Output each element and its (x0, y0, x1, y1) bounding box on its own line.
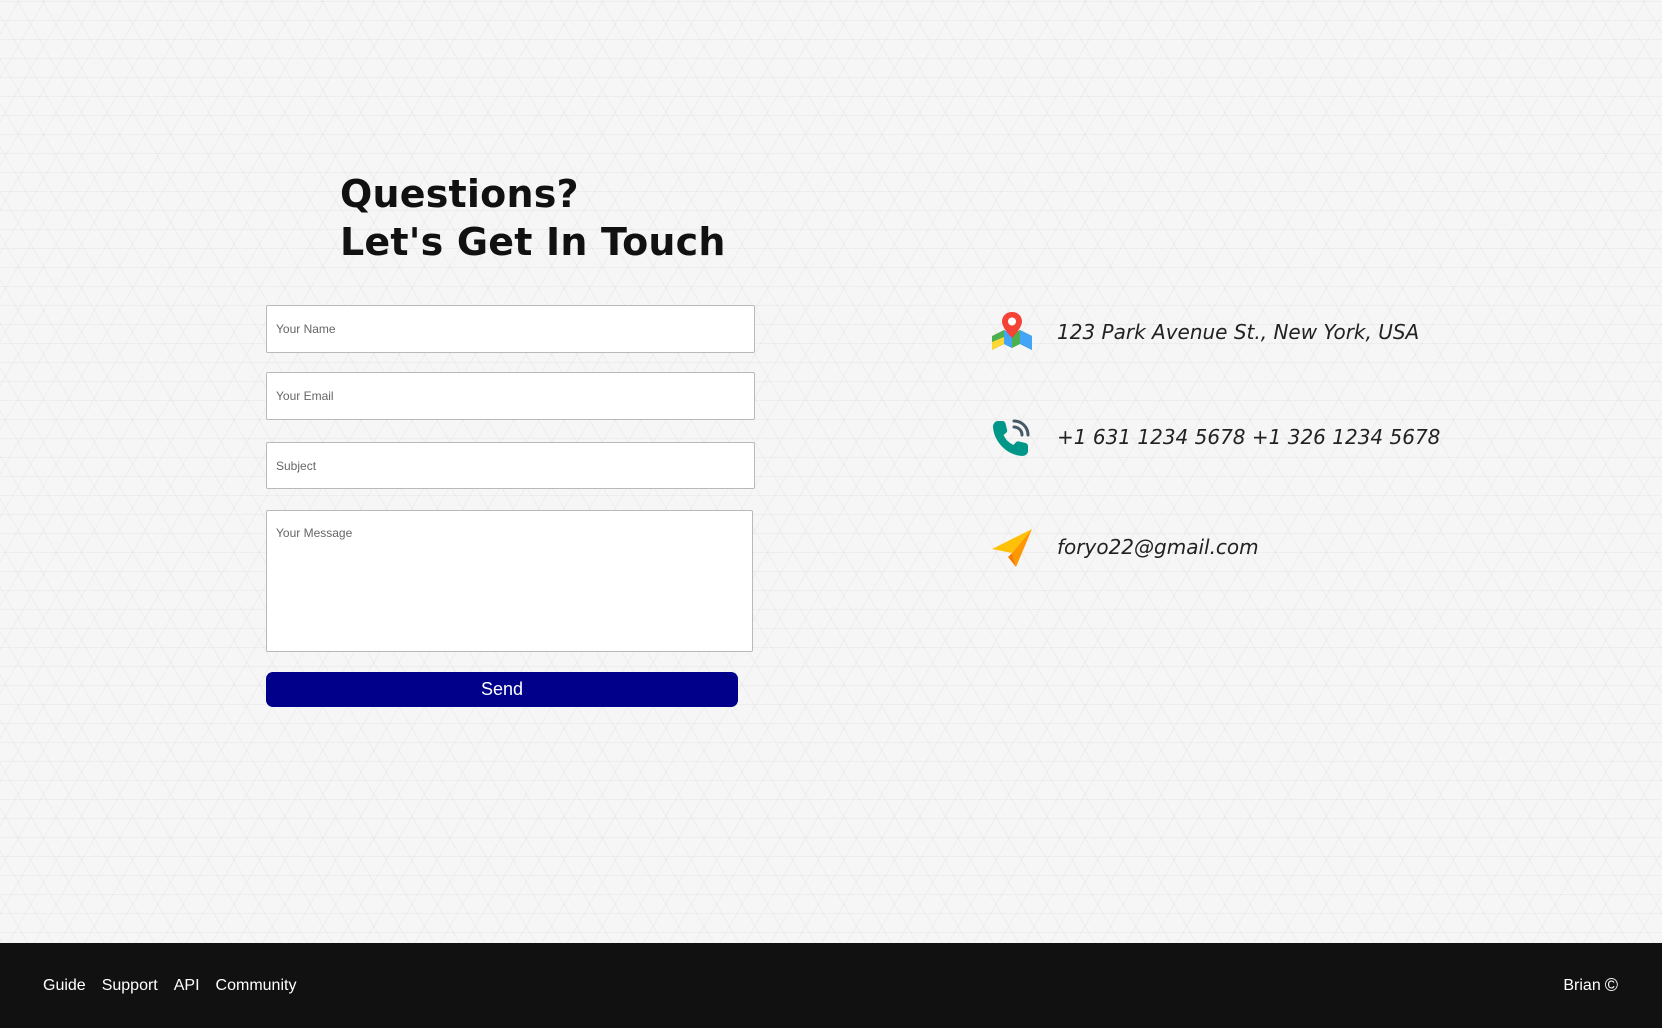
message-textarea[interactable] (266, 510, 753, 652)
email-input[interactable] (266, 372, 755, 420)
site-footer: Guide Support API Community Brian © (0, 943, 1662, 1028)
send-button[interactable]: Send (266, 672, 738, 707)
email-text: foryo22@gmail.com (1057, 535, 1259, 559)
address-item: 123 Park Avenue St., New York, USA (990, 310, 1419, 354)
address-text: 123 Park Avenue St., New York, USA (1057, 320, 1420, 344)
footer-link-api[interactable]: API (174, 977, 200, 995)
heading-line-1: Questions? (340, 172, 579, 216)
copyright-icon: © (1604, 975, 1618, 995)
footer-credit: Brian © (1563, 943, 1618, 1028)
phone-icon (990, 415, 1034, 459)
contact-heading: Questions? Let's Get In Touch (340, 170, 726, 266)
phone-item: +1 631 1234 5678 +1 326 1234 5678 (990, 415, 1440, 459)
subject-input[interactable] (266, 442, 755, 489)
footer-link-support[interactable]: Support (102, 977, 158, 995)
name-input[interactable] (266, 305, 755, 353)
phone-text: +1 631 1234 5678 +1 326 1234 5678 (1057, 425, 1441, 449)
map-pin-icon (990, 310, 1034, 354)
footer-link-guide[interactable]: Guide (43, 977, 86, 995)
footer-link-community[interactable]: Community (216, 977, 297, 995)
heading-line-2: Let's Get In Touch (340, 220, 726, 264)
email-item: foryo22@gmail.com (990, 525, 1259, 569)
credit-name: Brian (1563, 976, 1601, 994)
footer-nav: Guide Support API Community (43, 943, 312, 1028)
paper-plane-icon (990, 525, 1034, 569)
